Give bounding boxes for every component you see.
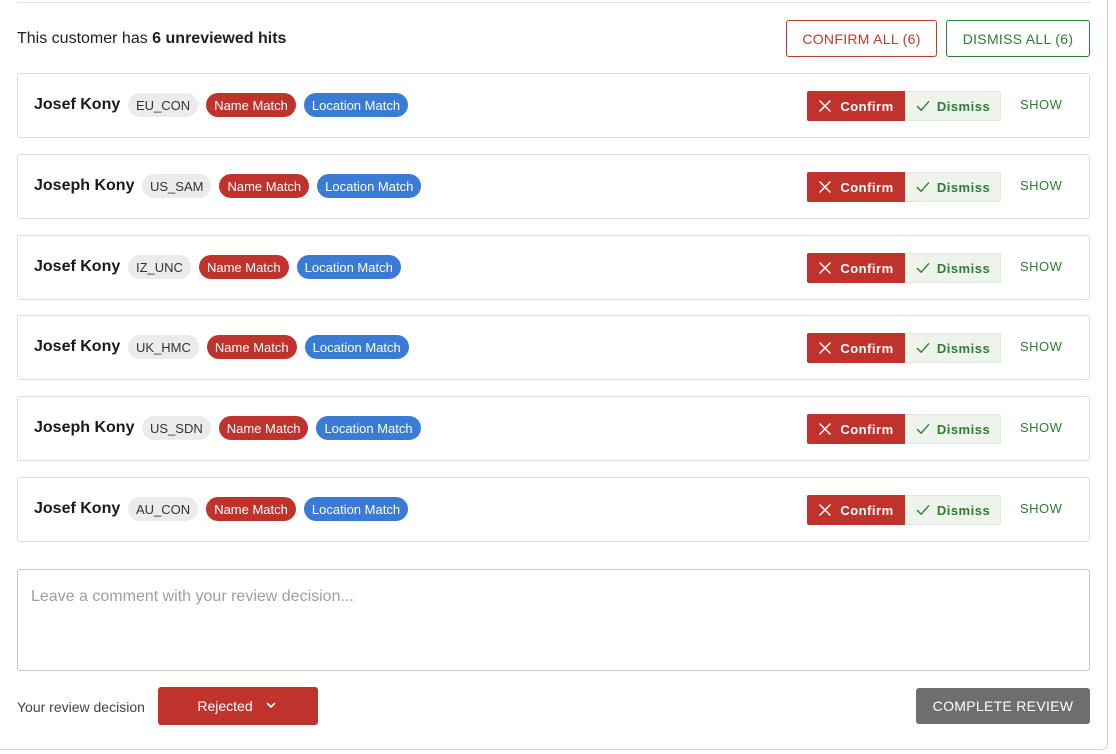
hit-chips: US_SAM Name Match Location Match: [142, 174, 422, 198]
confirm-label: Confirm: [840, 98, 894, 114]
review-decision-label: Your review decision: [17, 699, 145, 715]
dismiss-hit-button[interactable]: Dismiss: [905, 91, 1001, 121]
name-match-badge: Name Match: [206, 335, 297, 359]
close-icon: [818, 99, 832, 113]
hit-name: Joseph Kony: [34, 419, 135, 436]
show-hit-details-link[interactable]: SHOW: [1020, 501, 1062, 516]
hit-action-group: Confirm Dismiss: [807, 414, 1001, 444]
close-icon: [818, 261, 832, 275]
location-match-badge: Location Match: [303, 497, 409, 521]
confirm-hit-button[interactable]: Confirm: [807, 495, 905, 525]
dismiss-hit-button[interactable]: Dismiss: [905, 495, 1001, 525]
source-list-badge: US_SAM: [142, 174, 212, 198]
unreviewed-summary: This customer has 6 unreviewed hits: [17, 30, 286, 48]
review-comment-input[interactable]: [17, 569, 1090, 671]
review-panel: This customer has 6 unreviewed hits CONF…: [0, 0, 1108, 750]
location-match-badge: Location Match: [317, 174, 422, 198]
close-icon: [818, 341, 832, 355]
show-hit-details-link[interactable]: SHOW: [1020, 97, 1062, 112]
dismiss-label: Dismiss: [936, 260, 991, 276]
top-divider: [17, 2, 1090, 3]
hit-row: Josef Kony UK_HMC Name Match Location Ma…: [17, 315, 1090, 380]
review-decision-value: Rejected: [197, 698, 253, 714]
hit-chips: IZ_UNC Name Match Location Match: [128, 255, 401, 279]
hit-row: Josef Kony AU_CON Name Match Location Ma…: [17, 477, 1090, 542]
hit-name: Joseph Kony: [34, 177, 135, 194]
hit-action-group: Confirm Dismiss: [807, 333, 1001, 363]
confirm-label: Confirm: [840, 179, 894, 195]
source-list-badge: EU_CON: [128, 93, 199, 117]
show-hit-details-link[interactable]: SHOW: [1020, 259, 1062, 274]
check-icon: [916, 422, 930, 436]
confirm-label: Confirm: [840, 421, 894, 437]
hit-action-group: Confirm Dismiss: [807, 91, 1001, 121]
name-match-badge: Name Match: [206, 497, 296, 521]
hit-chips: AU_CON Name Match Location Match: [128, 497, 409, 521]
name-match-badge: Name Match: [198, 255, 289, 279]
confirm-label: Confirm: [840, 340, 894, 356]
check-icon: [916, 99, 930, 113]
check-icon: [916, 180, 930, 194]
confirm-all-button[interactable]: CONFIRM ALL (6): [786, 20, 937, 57]
name-match-badge: Name Match: [218, 416, 309, 440]
location-match-badge: Location Match: [316, 416, 421, 440]
dismiss-label: Dismiss: [936, 179, 991, 195]
confirm-label: Confirm: [840, 502, 894, 518]
confirm-label: Confirm: [840, 260, 894, 276]
summary-prefix: This customer has: [17, 30, 148, 47]
check-icon: [916, 503, 930, 517]
confirm-hit-button[interactable]: Confirm: [807, 414, 905, 444]
confirm-hit-button[interactable]: Confirm: [807, 333, 905, 363]
complete-review-button[interactable]: COMPLETE REVIEW: [916, 688, 1090, 724]
check-icon: [916, 341, 930, 355]
hit-row: Joseph Kony US_SDN Name Match Location M…: [17, 396, 1090, 461]
dismiss-label: Dismiss: [936, 340, 991, 356]
close-icon: [818, 422, 832, 436]
location-match-badge: Location Match: [303, 93, 409, 117]
hit-name: Josef Kony: [34, 96, 121, 113]
hit-name: Josef Kony: [34, 500, 121, 517]
dismiss-hit-button[interactable]: Dismiss: [905, 414, 1001, 444]
source-list-badge: IZ_UNC: [128, 255, 191, 279]
hit-action-group: Confirm Dismiss: [807, 253, 1001, 283]
hit-row: Joseph Kony US_SAM Name Match Location M…: [17, 154, 1090, 219]
hit-name: Josef Kony: [34, 258, 121, 275]
dismiss-hit-button[interactable]: Dismiss: [905, 172, 1001, 202]
confirm-hit-button[interactable]: Confirm: [807, 91, 905, 121]
confirm-hit-button[interactable]: Confirm: [807, 253, 905, 283]
show-hit-details-link[interactable]: SHOW: [1020, 178, 1062, 193]
name-match-badge: Name Match: [206, 93, 296, 117]
hit-action-group: Confirm Dismiss: [807, 495, 1001, 525]
hit-chips: EU_CON Name Match Location Match: [128, 93, 409, 117]
dismiss-label: Dismiss: [936, 421, 991, 437]
review-decision-select[interactable]: Rejected: [158, 687, 318, 725]
dismiss-label: Dismiss: [936, 98, 991, 114]
hit-action-group: Confirm Dismiss: [807, 172, 1001, 202]
hit-row: Josef Kony EU_CON Name Match Location Ma…: [17, 73, 1090, 138]
source-list-badge: US_SDN: [142, 416, 211, 440]
hit-name: Josef Kony: [34, 338, 121, 355]
check-icon: [916, 261, 930, 275]
chevron-down-icon: [265, 699, 279, 713]
show-hit-details-link[interactable]: SHOW: [1020, 420, 1062, 435]
confirm-hit-button[interactable]: Confirm: [807, 172, 905, 202]
summary-count: 6 unreviewed hits: [152, 30, 287, 47]
dismiss-hit-button[interactable]: Dismiss: [905, 253, 1001, 283]
close-icon: [818, 503, 832, 517]
dismiss-all-button[interactable]: DISMISS ALL (6): [946, 20, 1090, 57]
name-match-badge: Name Match: [219, 174, 310, 198]
show-hit-details-link[interactable]: SHOW: [1020, 339, 1062, 354]
hit-chips: UK_HMC Name Match Location Match: [128, 335, 409, 359]
dismiss-label: Dismiss: [936, 502, 991, 518]
source-list-badge: AU_CON: [128, 497, 199, 521]
location-match-badge: Location Match: [304, 335, 409, 359]
close-icon: [818, 180, 832, 194]
dismiss-hit-button[interactable]: Dismiss: [905, 333, 1001, 363]
hit-chips: US_SDN Name Match Location Match: [142, 416, 421, 440]
hit-row: Josef Kony IZ_UNC Name Match Location Ma…: [17, 235, 1090, 300]
location-match-badge: Location Match: [296, 255, 401, 279]
source-list-badge: UK_HMC: [128, 335, 199, 359]
